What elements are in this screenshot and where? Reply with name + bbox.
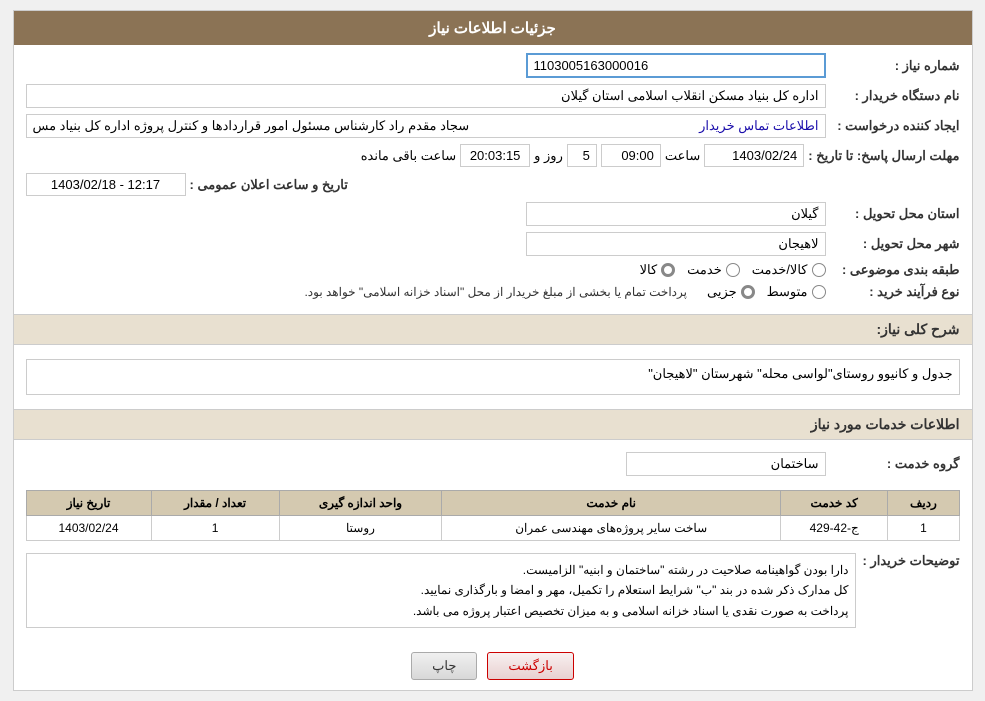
- category-options: کالا/خدمت خدمت کالا: [640, 262, 826, 278]
- announcement-label: تاریخ و ساعت اعلان عمومی :: [190, 177, 348, 193]
- city-value: لاهیجان: [526, 232, 826, 256]
- category-label-khedmat: خدمت: [687, 262, 722, 278]
- notes-content: دارا بودن گواهینامه صلاحیت در رشته "ساخت…: [26, 553, 856, 628]
- notes-line: دارا بودن گواهینامه صلاحیت در رشته "ساخت…: [33, 560, 849, 580]
- radio-motavaset: [812, 285, 826, 299]
- category-option-kala: کالا: [640, 262, 676, 278]
- city-row: شهر محل تحویل : لاهیجان: [26, 232, 960, 256]
- col-service-code: کد خدمت: [781, 491, 888, 516]
- creator-value: اطلاعات تماس خریدار سجاد مقدم راد کارشنا…: [26, 114, 826, 138]
- col-unit: واحد اندازه گیری: [279, 491, 442, 516]
- org-name-label: نام دستگاه خریدار :: [830, 88, 960, 104]
- category-option-khedmat: خدمت: [687, 262, 740, 278]
- notes-label: توضیحات خریدار :: [860, 553, 960, 569]
- org-name-row: نام دستگاه خریدار : اداره کل بنیاد مسکن …: [26, 84, 960, 108]
- cell-service-name: ساخت سایر پروژه‌های مهندسی عمران: [442, 516, 781, 541]
- notes-section: توضیحات خریدار : دارا بودن گواهینامه صلا…: [14, 549, 972, 642]
- table-row: 1 ج-42-429 ساخت سایر پروژه‌های مهندسی عم…: [26, 516, 959, 541]
- need-number-value: 1103005163000016: [526, 53, 826, 78]
- back-button[interactable]: بازگشت: [487, 652, 573, 680]
- buttons-row: بازگشت چاپ: [14, 642, 972, 690]
- notes-line: پرداخت به صورت نقدی یا اسناد خزانه اسلام…: [33, 601, 849, 621]
- cell-quantity: 1: [151, 516, 279, 541]
- description-value: جدول و کانیوو روستای"لواسی محله" شهرستان…: [26, 359, 960, 395]
- creator-text: سجاد مقدم راد کارشناس مسئول امور قرارداد…: [33, 118, 470, 134]
- page-header: جزئیات اطلاعات نیاز: [14, 11, 972, 45]
- radio-khedmat: [726, 263, 740, 277]
- deadline-remaining: 20:03:15: [460, 144, 530, 167]
- notes-line: کل مدارک ذکر شده در بند "ب" شرایط استعلا…: [33, 580, 849, 600]
- services-section-title: اطلاعات خدمات مورد نیاز: [14, 409, 972, 440]
- services-table-section: ردیف کد خدمت نام خدمت واحد اندازه گیری ت…: [14, 482, 972, 549]
- description-row: جدول و کانیوو روستای"لواسی محله" شهرستان…: [26, 359, 960, 395]
- province-row: استان محل تحویل : گیلان: [26, 202, 960, 226]
- province-value: گیلان: [526, 202, 826, 226]
- col-date: تاریخ نیاز: [26, 491, 151, 516]
- radio-kala: [661, 263, 675, 277]
- notes-row: توضیحات خریدار : دارا بودن گواهینامه صلا…: [26, 553, 960, 628]
- category-option-kala-khedmat: کالا/خدمت: [752, 262, 826, 278]
- process-label-motavaset: متوسط: [767, 284, 808, 300]
- col-row-num: ردیف: [888, 491, 959, 516]
- process-options: متوسط جزیی: [707, 284, 826, 300]
- description-section: جدول و کانیوو روستای"لواسی محله" شهرستان…: [14, 351, 972, 409]
- city-label: شهر محل تحویل :: [830, 236, 960, 252]
- deadline-label: مهلت ارسال پاسخ: تا تاریخ :: [808, 148, 959, 164]
- announcement-value: 1403/02/18 - 12:17: [26, 173, 186, 196]
- cell-service-code: ج-42-429: [781, 516, 888, 541]
- service-group-label: گروه خدمت :: [830, 456, 960, 472]
- table-header-row: ردیف کد خدمت نام خدمت واحد اندازه گیری ت…: [26, 491, 959, 516]
- cell-date: 1403/02/24: [26, 516, 151, 541]
- deadline-time: 09:00: [601, 144, 661, 167]
- category-label: طبقه بندی موضوعی :: [830, 262, 960, 278]
- process-option-jozi: جزیی: [707, 284, 755, 300]
- need-number-label: شماره نیاز :: [830, 58, 960, 74]
- need-number-row: شماره نیاز : 1103005163000016: [26, 53, 960, 78]
- main-section: شماره نیاز : 1103005163000016 نام دستگاه…: [14, 45, 972, 314]
- description-section-title: شرح کلی نیاز:: [14, 314, 972, 345]
- process-note: پرداخت تمام یا بخشی از مبلغ خریدار از مح…: [304, 285, 687, 299]
- category-row: طبقه بندی موضوعی : کالا/خدمت خدمت کالا: [26, 262, 960, 278]
- deadline-row: مهلت ارسال پاسخ: تا تاریخ : 1403/02/24 س…: [26, 144, 960, 167]
- creator-row: ایجاد کننده درخواست : اطلاعات تماس خریدا…: [26, 114, 960, 138]
- cell-unit: روستا: [279, 516, 442, 541]
- category-label-kala: کالا: [640, 262, 658, 278]
- print-button[interactable]: چاپ: [411, 652, 477, 680]
- main-container: جزئیات اطلاعات نیاز شماره نیاز : 1103005…: [13, 10, 973, 691]
- creator-link[interactable]: اطلاعات تماس خریدار: [699, 118, 818, 134]
- deadline-days-label: روز و: [534, 148, 563, 164]
- deadline-time-label: ساعت: [665, 148, 700, 164]
- radio-kala-khedmat: [812, 263, 826, 277]
- process-label-jozi: جزیی: [707, 284, 737, 300]
- radio-jozi: [741, 285, 755, 299]
- process-option-motavaset: متوسط: [767, 284, 826, 300]
- service-group-row: گروه خدمت : ساختمان: [14, 446, 972, 482]
- deadline-remaining-label: ساعت باقی مانده: [361, 148, 456, 164]
- services-table: ردیف کد خدمت نام خدمت واحد اندازه گیری ت…: [26, 490, 960, 541]
- province-label: استان محل تحویل :: [830, 206, 960, 222]
- service-group-value: ساختمان: [626, 452, 826, 476]
- creator-label: ایجاد کننده درخواست :: [830, 118, 960, 134]
- col-quantity: تعداد / مقدار: [151, 491, 279, 516]
- org-name-value: اداره کل بنیاد مسکن انقلاب اسلامی استان …: [26, 84, 826, 108]
- announcement-row: تاریخ و ساعت اعلان عمومی : 1403/02/18 - …: [26, 173, 960, 196]
- deadline-days: 5: [567, 144, 597, 167]
- deadline-date: 1403/02/24: [704, 144, 804, 167]
- process-row: نوع فرآیند خرید : متوسط جزیی پرداخت تمام…: [26, 284, 960, 300]
- col-service-name: نام خدمت: [442, 491, 781, 516]
- process-label: نوع فرآیند خرید :: [830, 284, 960, 300]
- header-title: جزئیات اطلاعات نیاز: [429, 20, 556, 37]
- category-label-kala-khedmat: کالا/خدمت: [752, 262, 808, 278]
- cell-row-num: 1: [888, 516, 959, 541]
